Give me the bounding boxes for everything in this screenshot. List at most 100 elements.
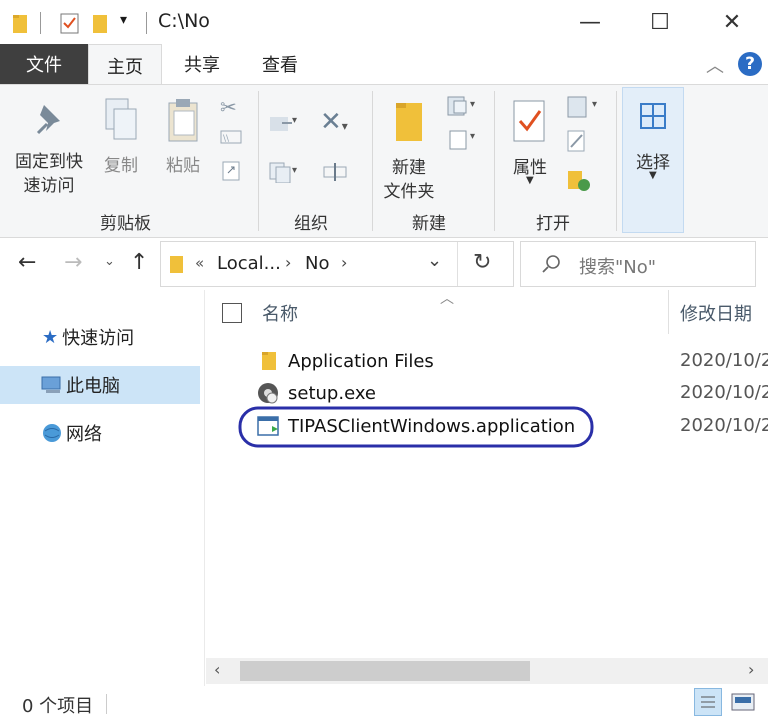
address-bar[interactable]: « Local... › No › ⌄ ↻	[160, 241, 514, 287]
large-icons-view-icon	[731, 693, 755, 711]
customize-toolbar-icon[interactable]: ▾	[120, 12, 127, 28]
tab-home[interactable]: 主页	[88, 44, 162, 86]
svg-text:▾: ▾	[592, 99, 597, 110]
edit-icon[interactable]	[566, 129, 588, 153]
open-icon[interactable]: ▾	[566, 95, 602, 119]
recent-locations-button[interactable]: ⌄	[104, 254, 115, 269]
scrollbar-thumb[interactable]	[240, 661, 530, 681]
folder-icon	[262, 352, 276, 370]
paste-shortcut-icon[interactable]	[222, 159, 240, 181]
paste-button[interactable]: 粘贴	[158, 91, 210, 181]
svg-text:▾: ▾	[470, 131, 475, 142]
breadcrumb-overflow[interactable]: «	[195, 254, 204, 272]
file-date: 2020/10/2	[680, 350, 768, 371]
new-folder-quick-icon[interactable]	[92, 12, 110, 34]
chevron-down-icon: ▼	[526, 175, 534, 186]
computer-icon	[41, 376, 61, 393]
file-date: 2020/10/2	[680, 382, 768, 403]
details-view-icon	[701, 696, 715, 708]
file-date: 2020/10/2	[680, 415, 768, 436]
svg-text:\\: \\	[223, 134, 230, 144]
history-icon[interactable]	[566, 167, 592, 193]
minimize-button[interactable]: —	[560, 0, 620, 44]
tab-view[interactable]: 查看	[248, 44, 312, 84]
details-view-button[interactable]	[694, 688, 722, 716]
close-button[interactable]: ✕	[702, 0, 762, 44]
tab-share[interactable]: 共享	[170, 44, 234, 84]
nav-this-pc[interactable]: 此电脑	[0, 366, 200, 404]
large-icons-view-button[interactable]	[730, 690, 756, 718]
copy-icon	[105, 98, 137, 140]
folder-icon	[170, 256, 183, 273]
paste-label: 粘贴	[166, 156, 200, 176]
nav-quick-access[interactable]: ★ 快速访问	[0, 318, 200, 356]
select-icon	[640, 103, 666, 129]
maximize-button[interactable]: ☐	[630, 0, 690, 44]
copy-to-icon[interactable]: ▾	[268, 159, 300, 183]
move-to-icon[interactable]: ▾	[268, 111, 300, 135]
file-name: Application Files	[288, 350, 434, 372]
new-folder-icon	[396, 103, 422, 141]
nav-quick-access-label: 快速访问	[62, 328, 135, 349]
chevron-right-icon[interactable]: ›	[285, 253, 291, 272]
new-folder-label-1: 新建	[392, 158, 426, 178]
copy-button[interactable]: 复制	[96, 91, 148, 181]
breadcrumb-no[interactable]: No	[305, 253, 329, 274]
list-item[interactable]: Application Files	[252, 346, 434, 376]
network-icon	[43, 424, 61, 442]
rename-icon[interactable]	[322, 159, 348, 183]
folder-icon	[13, 15, 27, 33]
title-bar: ▾ C:\No — ☐ ✕	[0, 0, 768, 44]
search-box[interactable]: 搜索"No"	[520, 241, 756, 287]
column-divider[interactable]	[668, 290, 669, 334]
star-icon: ★	[42, 326, 59, 348]
copy-label: 复制	[104, 156, 138, 176]
back-button[interactable]: ←	[18, 250, 36, 275]
easy-access-icon[interactable]: ▾	[446, 127, 480, 151]
tab-file[interactable]: 文件	[0, 44, 88, 84]
column-header-name[interactable]: 名称	[262, 300, 298, 326]
ribbon: 固定到快 速访问 复制 粘贴 ✂ \\ 剪贴板 ▾ ▾ ✕▾ 组织 新建 文件夹…	[0, 84, 768, 238]
copy-path-icon[interactable]: \\	[220, 129, 242, 145]
paste-icon	[168, 99, 198, 142]
properties-button[interactable]: 属性 ▼	[502, 91, 558, 201]
search-input[interactable]: 搜索"No"	[579, 253, 656, 279]
column-header-date[interactable]: 修改日期	[680, 300, 752, 326]
nav-network[interactable]: 网络	[0, 414, 200, 452]
pin-label-2: 速访问	[23, 176, 75, 196]
help-icon[interactable]: ?	[738, 52, 762, 76]
select-all-checkbox[interactable]	[222, 303, 242, 323]
breadcrumb-local[interactable]: Local...	[217, 253, 281, 274]
group-new-label: 新建	[412, 214, 446, 234]
chevron-down-icon: ▼	[649, 170, 657, 181]
new-folder-button[interactable]: 新建 文件夹	[378, 91, 440, 202]
select-button[interactable]: 选择 ▼	[622, 87, 684, 233]
properties-quick-icon[interactable]	[60, 12, 80, 34]
forward-button[interactable]: →	[64, 250, 82, 275]
cut-icon[interactable]: ✂	[220, 95, 237, 119]
new-item-icon[interactable]: ▾	[446, 95, 480, 117]
address-dropdown-icon[interactable]: ⌄	[427, 250, 442, 271]
setup-disc-icon	[258, 383, 278, 404]
delete-icon[interactable]: ✕▾	[320, 107, 348, 137]
scroll-right-button[interactable]: ›	[748, 660, 754, 679]
divider	[372, 91, 373, 231]
divider	[40, 12, 41, 34]
file-name: setup.exe	[288, 382, 376, 404]
new-folder-label-2: 文件夹	[383, 182, 435, 202]
collapse-ribbon-icon[interactable]: ︿	[706, 52, 724, 78]
highlight-annotation	[238, 406, 594, 448]
chevron-right-icon[interactable]: ›	[341, 253, 347, 272]
navigation-pane: ★ 快速访问 此电脑 网络	[0, 290, 204, 680]
svg-text:▾: ▾	[292, 115, 297, 126]
pane-divider	[204, 290, 205, 686]
ribbon-tabs: 文件 主页 共享 查看 ︿ ?	[0, 44, 768, 86]
search-icon	[542, 255, 560, 273]
refresh-icon[interactable]: ↻	[473, 250, 491, 275]
pin-to-quick-access-button[interactable]: 固定到快 速访问	[6, 91, 90, 201]
divider	[457, 242, 458, 286]
divider	[494, 91, 495, 231]
up-button[interactable]: ↑	[130, 250, 148, 275]
scroll-left-button[interactable]: ‹	[214, 660, 220, 679]
sort-indicator-icon: ︿	[440, 291, 454, 307]
